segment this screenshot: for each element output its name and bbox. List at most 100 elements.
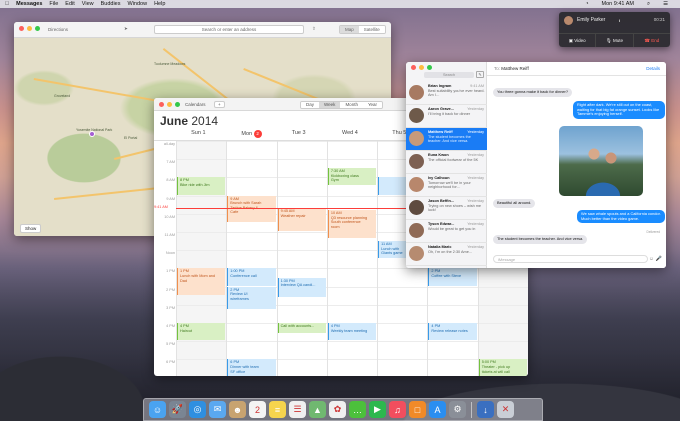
share-icon[interactable]: ⇧: [312, 26, 316, 32]
contact-name: Brian Ingram: [428, 84, 452, 88]
menu-help[interactable]: Help: [154, 1, 165, 7]
calendar-event[interactable]: 2 PM Review UI wireframes: [227, 286, 276, 310]
calendar-event[interactable]: 4 PM Haircut: [177, 323, 226, 341]
maps-icon[interactable]: ▲: [309, 401, 326, 418]
compose-icon[interactable]: ✎: [476, 71, 484, 78]
message-input[interactable]: iMessage: [493, 255, 648, 263]
conversation-item[interactable]: Aaron Grave... Yesterday I'll bring it bac…: [406, 105, 487, 128]
safari-icon[interactable]: ◎: [189, 401, 206, 418]
hour-label: 3 PM: [166, 305, 175, 310]
calendar-event[interactable]: 1:00 PM Conference call: [227, 268, 276, 286]
message-time: Yesterday: [467, 245, 484, 249]
hour-label: 11 AM: [164, 233, 175, 237]
minimize-button[interactable]: [419, 65, 424, 70]
zoom-button[interactable]: [35, 26, 40, 31]
photo-attachment[interactable]: [559, 126, 643, 196]
trash-icon[interactable]: ✕: [497, 401, 514, 418]
conversation-search-input[interactable]: Search: [424, 72, 474, 78]
close-button[interactable]: [411, 65, 416, 70]
menu-file[interactable]: File: [49, 1, 58, 7]
calendars-button[interactable]: Calendars: [185, 102, 206, 107]
location-arrow-icon[interactable]: ➤: [124, 26, 128, 32]
minimize-button[interactable]: [167, 102, 172, 107]
conversation-item[interactable]: Natalia Maric Yesterday Oh, I'm on the 2:3…: [406, 243, 487, 266]
menu-view[interactable]: View: [82, 1, 94, 7]
notification-center-icon[interactable]: ☰: [663, 1, 668, 7]
calendar-event[interactable]: 1 PM Lunch with Mom and Dad: [177, 268, 226, 295]
photos-icon[interactable]: ✿: [329, 401, 346, 418]
tab-month[interactable]: Month: [340, 102, 363, 108]
launchpad-icon[interactable]: 🚀: [169, 401, 186, 418]
conversation-item[interactable]: Tyson Edwar... Yesterday Would be great to…: [406, 220, 487, 243]
mail-icon[interactable]: ✉: [209, 401, 226, 418]
conversation-item[interactable]: Jason Beffin... Yesterday Trying on new sh…: [406, 197, 487, 220]
to-field[interactable]: To: Matthew Reiff Details: [487, 62, 666, 76]
hour-label: 9 AM: [166, 196, 175, 201]
itunes-icon[interactable]: ♫: [389, 401, 406, 418]
menu-edit[interactable]: Edit: [65, 1, 74, 7]
calendar-event[interactable]: 2 PM Coffee with Steve: [428, 268, 477, 286]
calendar-event[interactable]: 4 PM Review release notes: [428, 323, 477, 341]
conversation-item[interactable]: Euna Kwon Yesterday The official footwear …: [406, 151, 487, 174]
app-store-icon[interactable]: A: [429, 401, 446, 418]
spotlight-icon[interactable]: ⌕: [647, 1, 650, 8]
conversation-item[interactable]: Matthew Reiff Yesterday The student become…: [406, 128, 487, 151]
show-button[interactable]: Show: [20, 224, 42, 233]
contacts-icon[interactable]: ☻: [229, 401, 246, 418]
calendar-event[interactable]: 7:30 AM Kickboxing class Gym: [327, 168, 377, 186]
contact-name: Euna Kwon: [428, 153, 449, 157]
end-call-button[interactable]: ☎ End: [634, 34, 670, 47]
tab-week[interactable]: Week: [319, 102, 341, 108]
downloads-icon[interactable]: ↓: [477, 401, 494, 418]
minimize-button[interactable]: [27, 26, 32, 31]
notes-icon[interactable]: ≡: [269, 401, 286, 418]
map-label: El Portal: [124, 136, 138, 140]
zoom-button[interactable]: [427, 65, 432, 70]
calendar-event[interactable]: 9:45 AM Weather repair: [277, 208, 326, 231]
tab-day[interactable]: Day: [301, 102, 320, 108]
menu-window[interactable]: Window: [128, 1, 148, 7]
calendar-event[interactable]: 5:00 PM Theater - pick up tickets at wil…: [478, 359, 527, 376]
emoji-icon[interactable]: ☺: [649, 256, 654, 262]
clock[interactable]: Mon 9:41 AM: [602, 1, 634, 7]
facetime-icon[interactable]: ▶: [369, 401, 386, 418]
video-button[interactable]: ▣ Video: [559, 34, 597, 47]
hour-label: 8 AM: [166, 178, 175, 183]
app-menu[interactable]: Messages: [16, 1, 42, 7]
details-button[interactable]: Details: [646, 66, 660, 71]
calendar-event[interactable]: 4 PM Weekly team meeting: [327, 323, 377, 341]
microphone-icon[interactable]: 🎤: [656, 256, 662, 262]
calendar-icon[interactable]: 2: [249, 401, 266, 418]
message-time: 9:41 AM: [470, 84, 484, 88]
apple-menu-icon[interactable]: : [5, 1, 9, 7]
conversation-item[interactable]: Ivy Calhoun Yesterday Tomorrow we'll be in…: [406, 174, 487, 197]
calendar-event[interactable]: 1:30 PM Interview QA candi...: [277, 277, 326, 297]
calendar-event[interactable]: Call with accounts...: [277, 323, 326, 333]
directions-button[interactable]: Directions: [48, 27, 68, 32]
menu-buddies[interactable]: Buddies: [101, 1, 121, 7]
tab-year[interactable]: Year: [362, 102, 383, 108]
message-time: Yesterday: [467, 222, 484, 226]
month-title: June 2014: [160, 114, 219, 128]
calendar-event[interactable]: 10 AM Q3 resource planning South confere…: [327, 210, 377, 239]
close-button[interactable]: [19, 26, 24, 31]
mute-button[interactable]: 🎙 Mute: [596, 34, 634, 47]
calendar-event[interactable]: 6 PM Dinner with team SF office: [227, 359, 276, 376]
reminders-icon[interactable]: ☰: [289, 401, 306, 418]
ibooks-icon[interactable]: □: [409, 401, 426, 418]
system-preferences-icon[interactable]: ⚙: [449, 401, 466, 418]
satellite-tab[interactable]: Satellite: [358, 26, 385, 33]
conversation-item[interactable]: Brian Ingram 9:41 AM Best suitability you’…: [406, 82, 487, 105]
messages-icon[interactable]: …: [349, 401, 366, 418]
finder-icon[interactable]: ☺: [149, 401, 166, 418]
maps-search-input[interactable]: Search or enter an address: [154, 25, 304, 34]
wifi-icon[interactable]: ◔: [585, 1, 588, 7]
map-pin-icon[interactable]: [89, 131, 95, 137]
map-tab[interactable]: Map: [340, 26, 359, 33]
add-event-button[interactable]: +: [214, 101, 225, 108]
zoom-button[interactable]: [175, 102, 180, 107]
maps-toolbar: Directions ➤ Search or enter an address …: [14, 22, 391, 38]
close-button[interactable]: [159, 102, 164, 107]
calendar-event[interactable]: 8 PM Bike ride with Jim: [177, 177, 226, 195]
avatar: [409, 177, 424, 192]
